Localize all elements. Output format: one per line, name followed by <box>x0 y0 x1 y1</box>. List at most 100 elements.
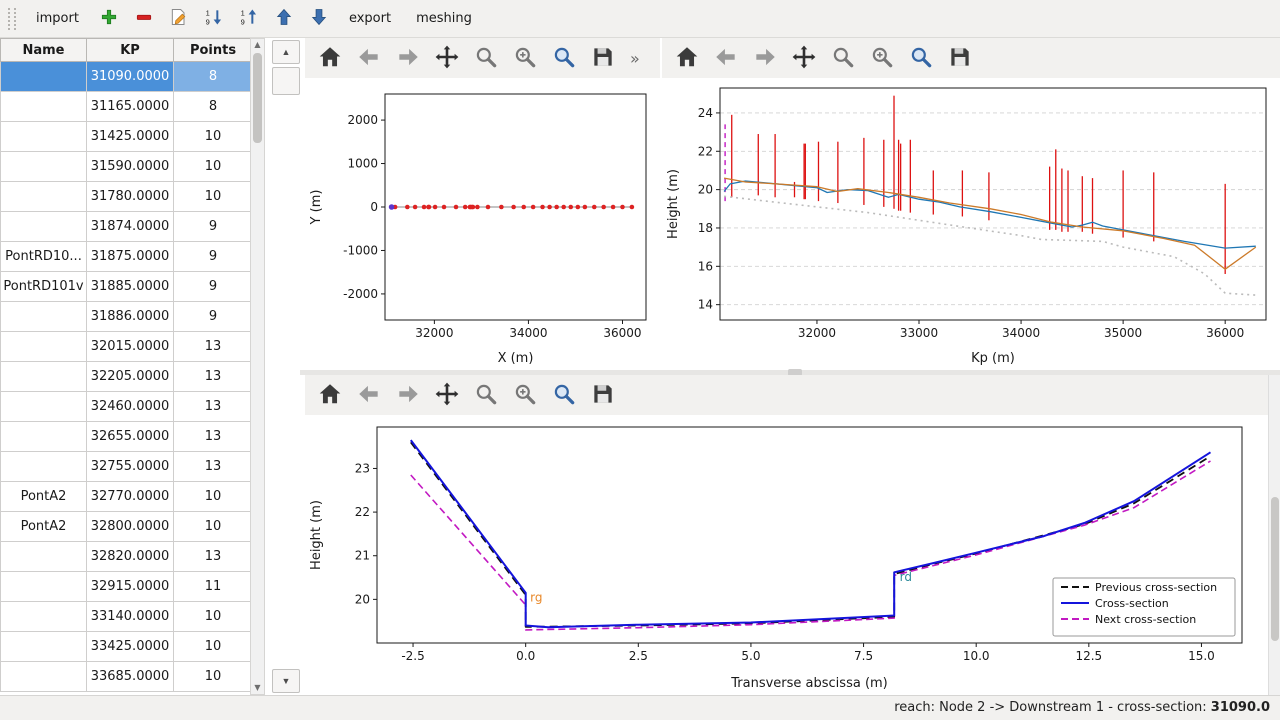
table-cell-name[interactable]: PontA2 <box>1 512 87 542</box>
table-cell-kp[interactable]: 32655.0000 <box>87 422 174 452</box>
save-button[interactable] <box>586 379 620 411</box>
table-cell-name[interactable]: PontA2 <box>1 482 87 512</box>
scroll-down-arrow-icon[interactable]: ▼ <box>254 682 260 694</box>
table-cell-name[interactable] <box>1 182 87 212</box>
menu-meshing[interactable]: meshing <box>405 6 483 31</box>
table-row[interactable]: 31886.00009 <box>1 302 252 332</box>
table-cell-kp[interactable]: 32770.0000 <box>87 482 174 512</box>
remove-cross-section-button[interactable] <box>128 4 160 34</box>
table-cell-name[interactable] <box>1 122 87 152</box>
table-cell-name[interactable] <box>1 632 87 662</box>
table-cell-points[interactable]: 13 <box>174 362 252 392</box>
column-header-kp[interactable]: KP <box>87 39 174 62</box>
left-panel-scrollbar[interactable]: ▲ ▼ <box>272 40 300 693</box>
bottom-panel-scrollbar[interactable] <box>1268 375 1280 695</box>
table-cell-name[interactable] <box>1 92 87 122</box>
scroll-down-button[interactable]: ▼ <box>272 669 300 693</box>
column-header-points[interactable]: Points <box>174 39 252 62</box>
table-cell-kp[interactable]: 31090.0000 <box>87 62 174 92</box>
table-row[interactable]: 33140.000010 <box>1 602 252 632</box>
table-row[interactable]: 31090.00008 <box>1 62 252 92</box>
table-cell-kp[interactable]: 32755.0000 <box>87 452 174 482</box>
scroll-up-button[interactable]: ▲ <box>272 40 300 64</box>
table-cell-name[interactable] <box>1 452 87 482</box>
table-cell-name[interactable] <box>1 392 87 422</box>
table-cell-name[interactable] <box>1 332 87 362</box>
save-button[interactable] <box>586 42 620 74</box>
table-row[interactable]: 32655.000013 <box>1 422 252 452</box>
zoom-button[interactable] <box>469 379 503 411</box>
back-button[interactable] <box>352 379 386 411</box>
table-cell-points[interactable]: 9 <box>174 272 252 302</box>
table-cell-kp[interactable]: 31885.0000 <box>87 272 174 302</box>
menu-import[interactable]: import <box>25 6 90 31</box>
bottom-scrollbar-thumb[interactable] <box>1271 497 1279 641</box>
table-row[interactable]: 31590.000010 <box>1 152 252 182</box>
subplots-button[interactable] <box>508 379 542 411</box>
table-cell-kp[interactable]: 33425.0000 <box>87 632 174 662</box>
cross-section-plot[interactable]: rgrd-2.50.02.55.07.510.012.515.020212223… <box>305 415 1268 695</box>
table-cell-points[interactable]: 9 <box>174 212 252 242</box>
table-cell-kp[interactable]: 33685.0000 <box>87 662 174 692</box>
table-cell-points[interactable]: 10 <box>174 482 252 512</box>
table-cell-kp[interactable]: 31590.0000 <box>87 152 174 182</box>
table-cell-name[interactable] <box>1 302 87 332</box>
home-button[interactable] <box>313 379 347 411</box>
table-cell-name[interactable] <box>1 662 87 692</box>
table-cell-points[interactable]: 10 <box>174 152 252 182</box>
table-row[interactable]: 32755.000013 <box>1 452 252 482</box>
customize-button[interactable] <box>547 379 581 411</box>
table-cell-points[interactable]: 10 <box>174 632 252 662</box>
table-row[interactable]: PontA232770.000010 <box>1 482 252 512</box>
table-row[interactable]: 32915.000011 <box>1 572 252 602</box>
table-scrollbar[interactable]: ▲ ▼ <box>250 38 265 695</box>
table-cell-points[interactable]: 9 <box>174 242 252 272</box>
table-cell-kp[interactable]: 33140.0000 <box>87 602 174 632</box>
table-cell-kp[interactable]: 31875.0000 <box>87 242 174 272</box>
table-cell-points[interactable]: 8 <box>174 92 252 122</box>
table-cell-name[interactable] <box>1 212 87 242</box>
table-cell-kp[interactable]: 32820.0000 <box>87 542 174 572</box>
pan-button[interactable] <box>430 379 464 411</box>
profile-plot[interactable]: 3200033000340003500036000141618202224Kp … <box>662 78 1280 370</box>
table-cell-name[interactable] <box>1 362 87 392</box>
pan-button[interactable] <box>787 42 821 74</box>
toolbar-drag-handle[interactable] <box>8 8 16 30</box>
table-cell-points[interactable]: 10 <box>174 602 252 632</box>
subplots-button[interactable] <box>865 42 899 74</box>
table-cell-name[interactable]: PontRD101v <box>1 272 87 302</box>
table-row[interactable]: 31780.000010 <box>1 182 252 212</box>
table-row[interactable]: 33425.000010 <box>1 632 252 662</box>
table-cell-name[interactable] <box>1 422 87 452</box>
table-row[interactable]: 32205.000013 <box>1 362 252 392</box>
table-row[interactable]: 32015.000013 <box>1 332 252 362</box>
move-down-button[interactable] <box>303 4 335 34</box>
table-cell-kp[interactable]: 31165.0000 <box>87 92 174 122</box>
customize-button[interactable] <box>547 42 581 74</box>
sort-ascending-button[interactable]: 19 <box>198 4 230 34</box>
table-cell-points[interactable]: 10 <box>174 512 252 542</box>
panel-scrollbar-track[interactable] <box>272 95 300 669</box>
sort-descending-button[interactable]: 19 <box>233 4 265 34</box>
table-cell-points[interactable]: 13 <box>174 452 252 482</box>
table-cell-points[interactable]: 13 <box>174 392 252 422</box>
edit-button[interactable] <box>163 4 195 34</box>
table-cell-points[interactable]: 13 <box>174 422 252 452</box>
table-cell-kp[interactable]: 32205.0000 <box>87 362 174 392</box>
table-row[interactable]: 32460.000013 <box>1 392 252 422</box>
toolbar-overflow-button[interactable]: » <box>630 49 640 68</box>
add-cross-section-button[interactable] <box>93 4 125 34</box>
table-cell-points[interactable]: 10 <box>174 182 252 212</box>
table-cell-name[interactable] <box>1 572 87 602</box>
table-cell-points[interactable]: 10 <box>174 662 252 692</box>
table-row[interactable]: 31165.00008 <box>1 92 252 122</box>
home-button[interactable] <box>670 42 704 74</box>
table-cell-kp[interactable]: 31874.0000 <box>87 212 174 242</box>
table-row[interactable]: 31874.00009 <box>1 212 252 242</box>
save-button[interactable] <box>943 42 977 74</box>
table-cell-name[interactable] <box>1 152 87 182</box>
zoom-button[interactable] <box>826 42 860 74</box>
table-cell-name[interactable] <box>1 542 87 572</box>
back-button[interactable] <box>709 42 743 74</box>
customize-button[interactable] <box>904 42 938 74</box>
